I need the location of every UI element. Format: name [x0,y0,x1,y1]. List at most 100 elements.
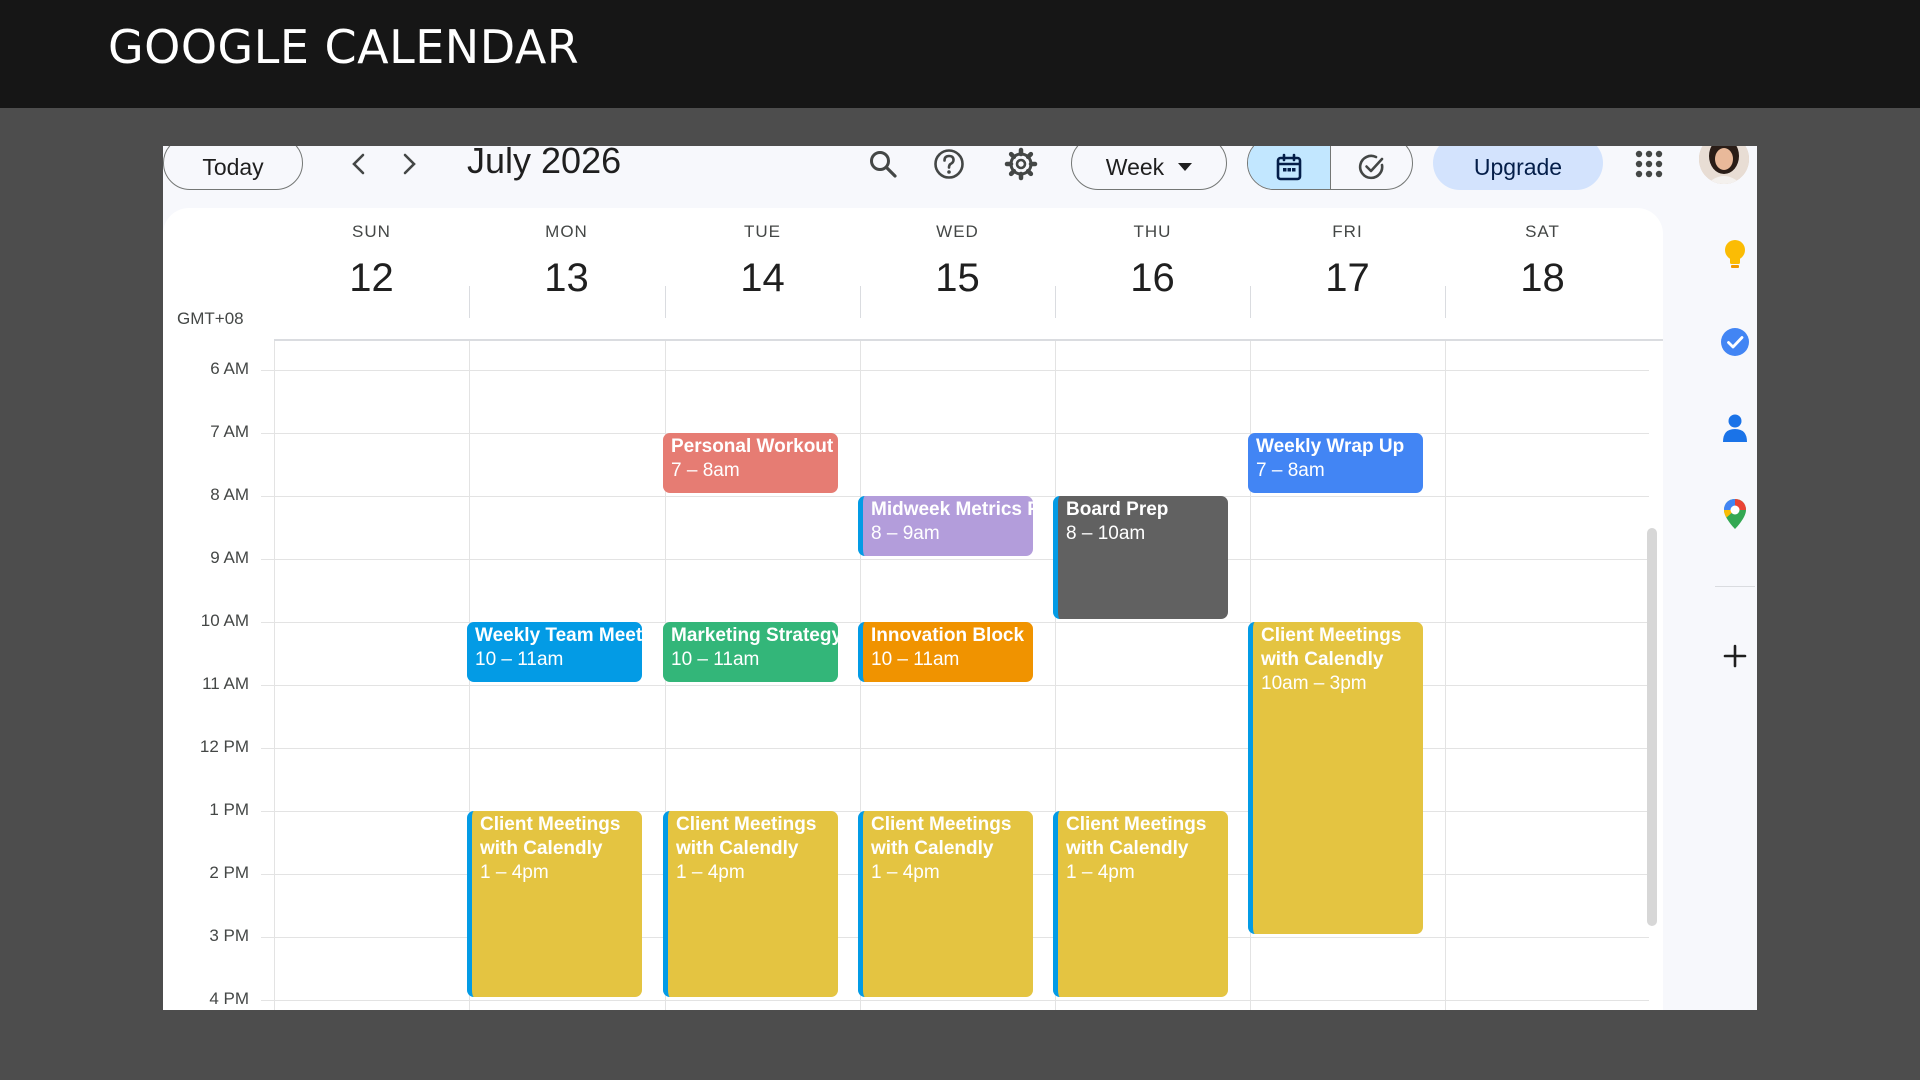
header-column-separator [1250,286,1251,318]
event-time: 7 – 8am [671,460,740,481]
header-column-separator [1055,286,1056,318]
hour-label: 3 PM [209,926,249,945]
day-header[interactable]: FRI 17 [1250,208,1445,301]
hour-label: 4 PM [209,989,249,1008]
day-column-divider [1445,341,1446,1010]
chevron-left-icon [352,153,365,175]
calendar-event[interactable]: Client Meetings with Calendly 10am – 3pm [1248,622,1423,934]
tasks-button[interactable] [1719,326,1751,358]
slide-title: GOOGLE CALENDAR [108,20,580,74]
header-column-separator [469,286,470,318]
header-column-separator [665,286,666,318]
day-name: SAT [1525,222,1560,241]
slide-header: GOOGLE CALENDAR [0,0,1920,108]
help-button[interactable] [929,146,969,182]
apps-grid-icon [1635,150,1663,178]
get-add-ons-button[interactable] [1719,640,1751,672]
calendar-icon [1276,153,1302,181]
hour-label: 10 AM [200,611,249,630]
day-column-divider [274,341,275,1010]
vertical-scrollbar[interactable] [1647,528,1657,926]
tasks-icon [1721,328,1749,356]
google-apps-button[interactable] [1631,146,1667,182]
keep-icon [1725,240,1745,268]
header-divider [274,339,1663,341]
event-title: Weekly Wrap Up [1256,436,1405,457]
hour-label: 6 AM [210,359,249,378]
day-header[interactable]: SUN 12 [274,208,469,301]
event-time: 10 – 11am [871,649,960,670]
event-title: Midweek Metrics R [871,499,1033,520]
contacts-button[interactable] [1719,412,1751,444]
day-number[interactable]: 15 [860,256,1055,301]
search-button[interactable] [863,146,903,182]
chevron-right-icon [403,153,416,175]
hour-label: 12 PM [199,737,249,756]
day-number[interactable]: 13 [469,256,664,301]
event-time: 8 – 10am [1066,523,1146,544]
day-header[interactable]: TUE 14 [665,208,860,301]
event-time: 1 – 4pm [871,862,940,883]
calendar-view-toggle[interactable] [1248,146,1330,189]
calendar-event[interactable]: Midweek Metrics R 8 – 9am [858,496,1033,556]
settings-button[interactable] [1001,146,1041,182]
calendar-event[interactable]: Marketing Strategy 10 – 11am [663,622,838,682]
hour-label: 9 AM [210,548,249,567]
calendar-event[interactable]: Weekly Team Meet 10 – 11am [467,622,642,682]
event-title: Client Meetings with Calendly [871,814,1012,859]
today-button[interactable]: Today [163,146,303,190]
event-title: Client Meetings with Calendly [1261,625,1402,670]
search-icon [870,151,897,178]
view-selector-dropdown[interactable]: Week [1071,146,1227,190]
calendar-event[interactable]: Client Meetings with Calendly 1 – 4pm [663,811,838,997]
event-title: Weekly Team Meet [475,625,642,646]
account-avatar[interactable] [1699,146,1749,184]
current-month-title: July 2026 [467,146,622,181]
calendar-event[interactable]: Innovation Block 10 – 11am [858,622,1033,682]
add-icon [1723,644,1747,668]
hour-label: 8 AM [210,485,249,504]
avatar-image [1699,146,1749,184]
day-number[interactable]: 16 [1055,256,1250,301]
previous-week-button[interactable] [339,146,379,182]
help-icon [934,149,964,179]
calendar-event[interactable]: Board Prep 8 – 10am [1053,496,1228,619]
day-name: THU [1133,222,1172,241]
day-header[interactable]: MON 13 [469,208,664,301]
side-panel-divider [1715,586,1755,587]
maps-icon [1724,499,1746,529]
event-title: Client Meetings with Calendly [1066,814,1207,859]
event-title: Client Meetings with Calendly [480,814,621,859]
day-header[interactable]: THU 16 [1055,208,1250,301]
day-header[interactable]: WED 15 [860,208,1055,301]
calendar-event[interactable]: Client Meetings with Calendly 1 – 4pm [858,811,1033,997]
day-header[interactable]: SAT 18 [1445,208,1640,301]
day-number[interactable]: 18 [1445,256,1640,301]
day-name: FRI [1332,222,1363,241]
day-number[interactable]: 14 [665,256,860,301]
maps-button[interactable] [1719,498,1751,530]
calendar-tasks-toggle [1247,146,1413,190]
event-title: Board Prep [1066,499,1169,520]
tasks-view-toggle[interactable] [1330,146,1412,189]
view-selector-label: Week [1105,153,1165,180]
day-number[interactable]: 17 [1250,256,1445,301]
hour-label: 1 PM [209,800,249,819]
calendar-event[interactable]: Personal Workout 7 – 8am [663,433,838,493]
keep-button[interactable] [1719,238,1751,270]
upgrade-button[interactable]: Upgrade [1433,146,1603,190]
event-time: 10 – 11am [671,649,760,670]
calendar-event[interactable]: Client Meetings with Calendly 1 – 4pm [467,811,642,997]
day-number[interactable]: 12 [274,256,469,301]
calendar-event[interactable]: Weekly Wrap Up 7 – 8am [1248,433,1423,493]
next-week-button[interactable] [389,146,429,182]
day-name: WED [936,222,979,241]
hour-label: 7 AM [210,422,249,441]
timezone-label: GMT+08 [177,309,244,328]
event-time: 1 – 4pm [480,862,549,883]
event-time: 8 – 9am [871,523,940,544]
event-title: Personal Workout [671,436,834,457]
check-circle-icon [1358,154,1383,180]
calendar-event[interactable]: Client Meetings with Calendly 1 – 4pm [1053,811,1228,997]
header-column-separator [860,286,861,318]
